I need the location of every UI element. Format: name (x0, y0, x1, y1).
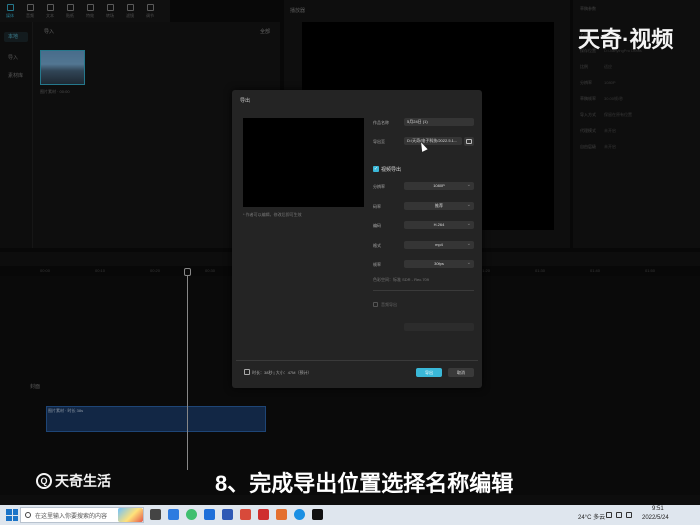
setting-select[interactable]: H.264 (404, 220, 474, 229)
setting-select[interactable]: 30fps (404, 259, 474, 268)
clock-time[interactable]: 9:51 (652, 506, 664, 512)
tray-arrow-icon[interactable] (606, 512, 612, 518)
network-icon[interactable] (616, 512, 622, 518)
edge-icon[interactable] (186, 509, 197, 520)
volume-icon[interactable] (626, 512, 632, 518)
video-export-label: 视频导出 (381, 167, 402, 173)
tutorial-caption: 8、完成导出位置选择名称编辑 (215, 471, 514, 496)
export-button[interactable]: 导出 (416, 368, 442, 377)
start-button[interactable] (6, 509, 18, 521)
path-label: 导出至 (373, 139, 385, 144)
audio-export-checkbox[interactable] (373, 302, 378, 307)
video-export-checkbox[interactable]: ✓ (373, 166, 379, 172)
bottom-logo-text: 天奇生活 (55, 473, 111, 489)
section-divider (373, 290, 474, 291)
export-preview (243, 118, 364, 207)
setting-select[interactable]: 1080P (404, 181, 474, 190)
size-info: 时长：38秒 | 大小：47M（预计） (252, 370, 312, 375)
dialog-title: 导出 (240, 98, 251, 104)
browse-folder-button[interactable] (464, 137, 474, 146)
setting-label: 分辨率 (373, 184, 385, 189)
color-space: 色彩空间：标准 SDR - Rec.709 (373, 277, 430, 282)
name-label: 作品名称 (373, 120, 389, 125)
chat-icon[interactable] (240, 509, 251, 520)
bottom-logo: Q 天奇生活 (36, 471, 111, 491)
logo-q-icon: Q (36, 473, 52, 489)
setting-select[interactable]: 推荐 (404, 201, 474, 210)
folder-icon (466, 139, 472, 144)
search-icon (25, 512, 31, 518)
audio-format-select[interactable] (404, 323, 474, 331)
file-size-icon (244, 369, 250, 375)
search-highlight-image[interactable] (118, 508, 143, 522)
setting-select[interactable]: mp4 (404, 240, 474, 249)
cancel-button[interactable]: 取消 (448, 368, 474, 377)
browser-icon[interactable] (294, 509, 305, 520)
task-view-icon[interactable] (150, 509, 161, 520)
office-icon[interactable] (276, 509, 287, 520)
name-input[interactable]: 5月24日 (1) (404, 118, 474, 126)
capcut-icon[interactable] (312, 509, 323, 520)
audio-export-label: 音频导出 (381, 302, 397, 307)
preview-hint: * 作者可以编辑，修改后即可生效 (243, 212, 302, 217)
weather-status[interactable]: 24°C 多云 (578, 512, 605, 521)
wps-icon[interactable] (258, 509, 269, 520)
mail-icon[interactable] (204, 509, 215, 520)
setting-label: 编码 (373, 223, 381, 228)
path-input[interactable]: D:/天奇/电子科技/2022.5.1... (404, 137, 462, 145)
setting-label: 码率 (373, 203, 381, 209)
setting-label: 帧率 (373, 262, 381, 267)
explorer-icon[interactable] (168, 509, 179, 520)
watermark-logo: 天奇·视频 (578, 27, 674, 52)
footer-divider (236, 360, 478, 361)
search-placeholder: 在这里输入你要搜索的内容 (35, 513, 108, 520)
setting-label: 格式 (373, 242, 381, 248)
clock-date[interactable]: 2022/5/24 (642, 515, 669, 521)
store-icon[interactable] (222, 509, 233, 520)
